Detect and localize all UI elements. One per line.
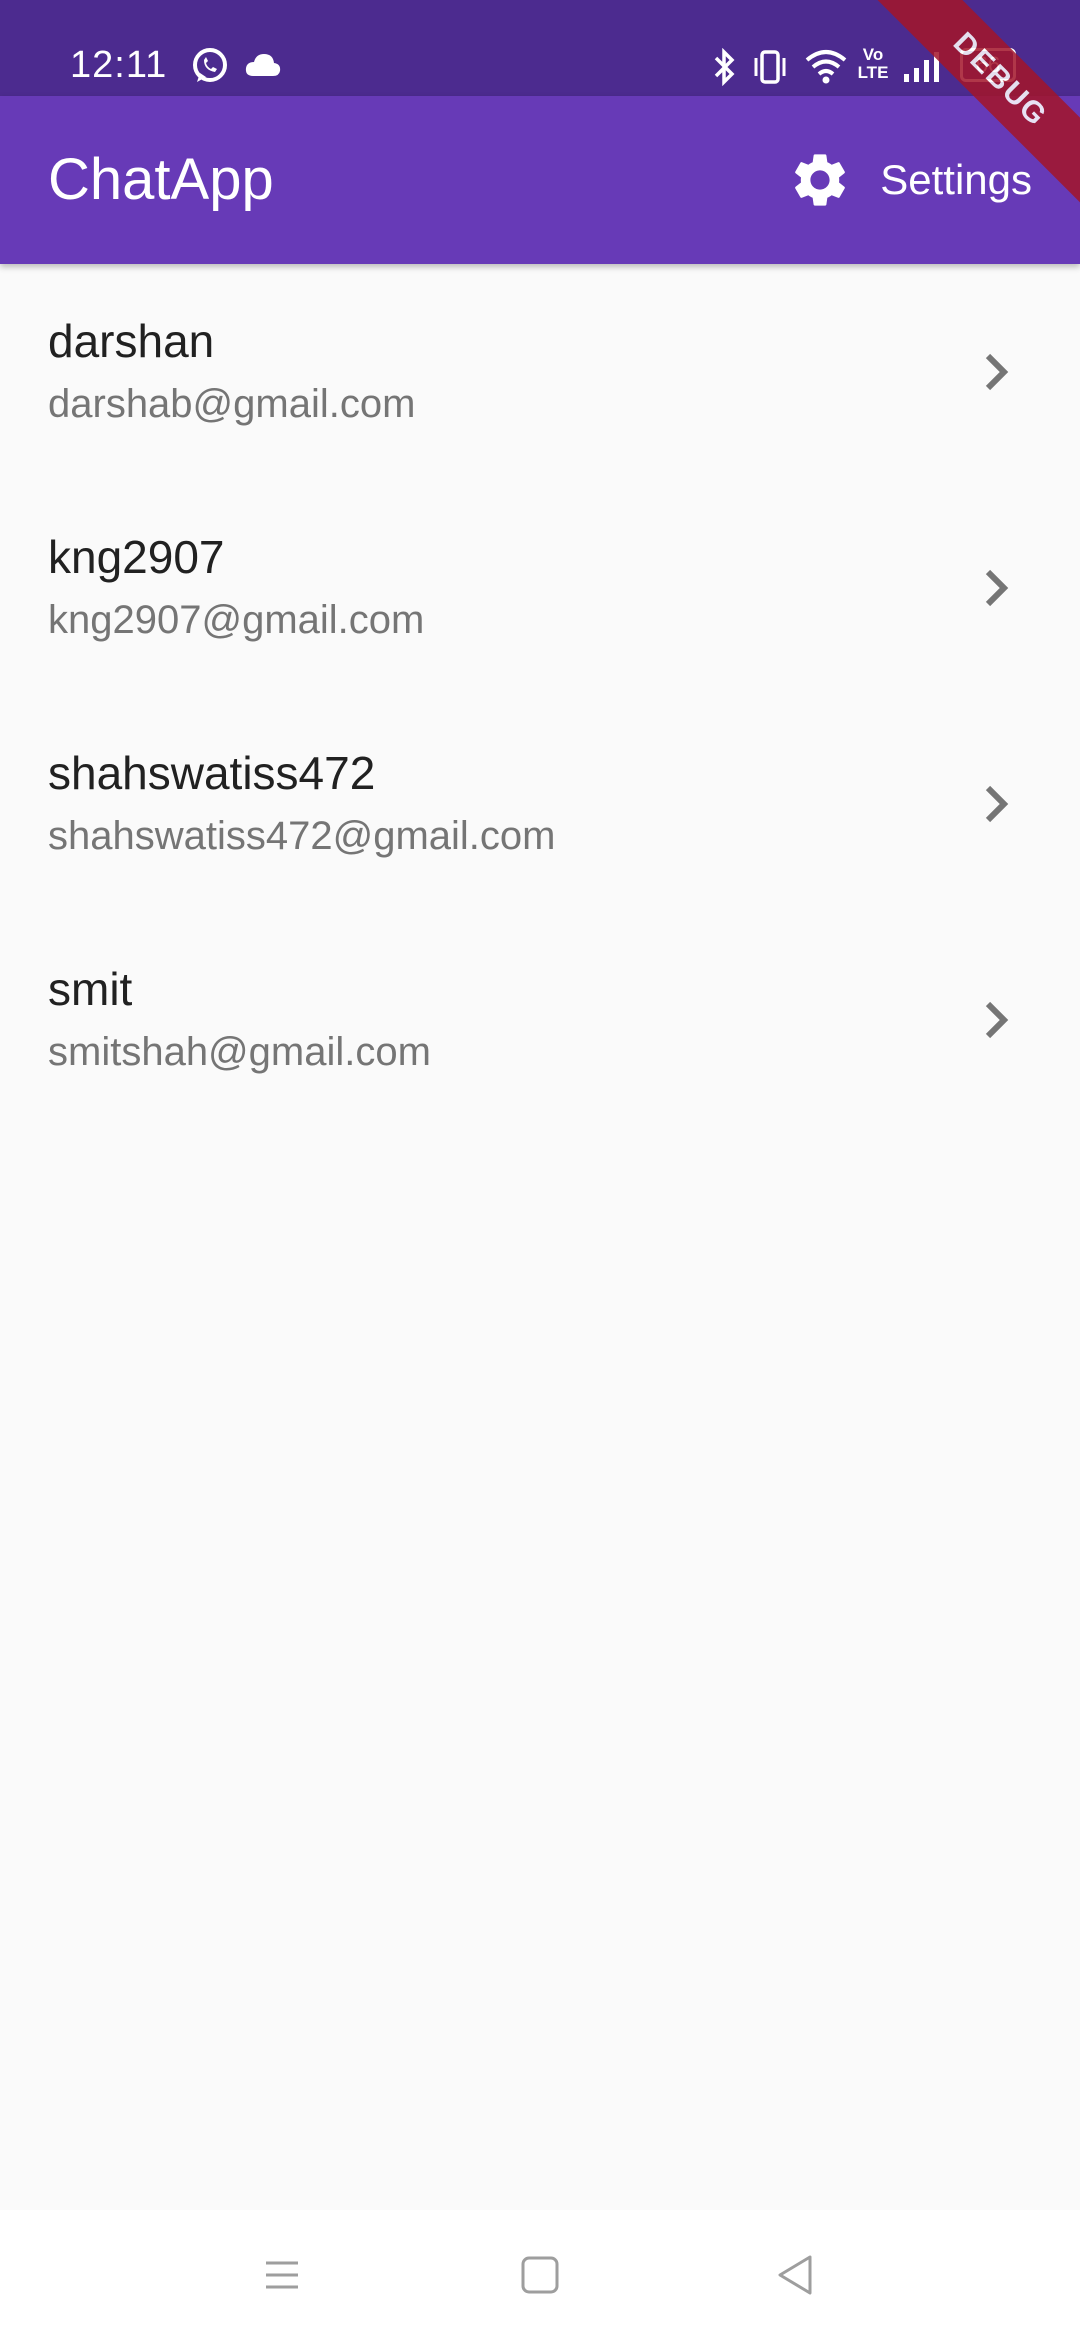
settings-label: Settings	[880, 156, 1032, 203]
whatsapp-icon	[193, 48, 227, 82]
contact-email: shahswatiss472@gmail.com	[48, 814, 556, 858]
contact-email: kng2907@gmail.com	[48, 598, 425, 642]
contact-name: smit	[48, 963, 133, 1015]
contact-list: darshan darshab@gmail.com kng2907 kng290…	[0, 264, 1080, 1128]
cloud-icon	[245, 54, 281, 76]
bluetooth-icon	[714, 48, 735, 86]
contact-name: kng2907	[48, 531, 225, 583]
list-item[interactable]: shahswatiss472 shahswatiss472@gmail.com	[0, 696, 1080, 912]
list-item[interactable]: kng2907 kng2907@gmail.com	[0, 480, 1080, 696]
volte-label: Vo LTE	[857, 45, 889, 82]
chevron-right-icon	[985, 569, 1009, 607]
volte-icon: Vo LTE	[855, 46, 891, 82]
system-nav-bar	[0, 2210, 1080, 2340]
screen: 12:11 Vo LTE ChatApp Settings DEBUG dars…	[0, 0, 1080, 2340]
vibrate-icon	[754, 50, 786, 84]
chevron-right-icon	[985, 1001, 1009, 1039]
settings-button[interactable]: Settings	[788, 140, 1032, 220]
menu-icon[interactable]	[252, 2245, 312, 2305]
list-item[interactable]: darshan darshab@gmail.com	[0, 264, 1080, 480]
chevron-right-icon	[985, 353, 1009, 391]
status-time: 12:11	[70, 44, 168, 86]
contact-email: darshab@gmail.com	[48, 382, 416, 426]
app-bar: ChatApp Settings	[0, 96, 1080, 264]
wifi-icon	[805, 50, 847, 84]
app-title: ChatApp	[48, 147, 274, 212]
back-icon[interactable]	[766, 2245, 826, 2305]
contact-email: smitshah@gmail.com	[48, 1030, 431, 1074]
gear-icon	[795, 154, 846, 206]
contact-name: darshan	[48, 315, 215, 367]
home-icon[interactable]	[510, 2245, 570, 2305]
chevron-right-icon	[985, 785, 1009, 823]
contact-name: shahswatiss472	[48, 747, 376, 799]
list-item[interactable]: smit smitshah@gmail.com	[0, 912, 1080, 1128]
